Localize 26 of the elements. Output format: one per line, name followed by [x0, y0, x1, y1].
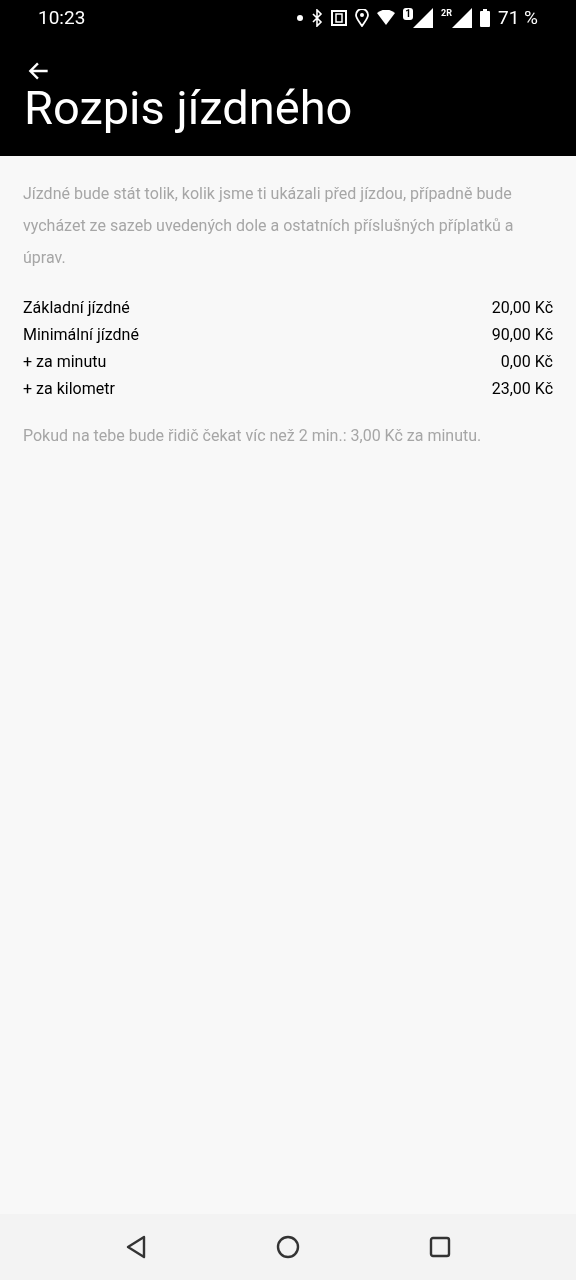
fare-label: Základní jízdné	[23, 297, 130, 319]
battery-icon	[480, 9, 490, 27]
bluetooth-icon	[311, 9, 324, 27]
sim-label: 2R	[441, 8, 452, 18]
location-icon	[355, 9, 370, 27]
status-time: 10:23	[38, 4, 86, 31]
fare-label: + za minutu	[23, 351, 107, 373]
wifi-icon	[377, 10, 396, 26]
recents-button[interactable]	[429, 1236, 452, 1258]
fare-value: 20,00 Kč	[491, 297, 553, 319]
fare-label: + za kilometr	[23, 378, 115, 400]
home-button[interactable]	[276, 1235, 300, 1259]
back-nav-button[interactable]	[124, 1235, 147, 1259]
sim-badge: 1	[403, 8, 414, 20]
battery-percent: 71 %	[498, 4, 538, 31]
signal-icon	[452, 8, 472, 28]
nfc-icon	[331, 10, 348, 26]
page-title: Rozpis jízdného	[24, 82, 354, 134]
waiting-note: Pokud na tebe bude řidič čekat víc než 2 min.: 3,00 Kč za minutu.	[23, 425, 483, 447]
fare-value: 0,00 Kč	[500, 351, 553, 373]
dot-icon	[297, 15, 304, 21]
intro-text: Jízdné bude stát tolik, kolik jsme ti ukázali před jízdou, případně bude vycházet ze sazeb uvedených dole a ostatních příslušných příplatků a úprav.	[23, 183, 515, 269]
signal-icon	[413, 8, 434, 28]
fare-label: Minimální jízdné	[23, 324, 139, 346]
fare-value: 90,00 Kč	[491, 324, 553, 346]
fare-value: 23,00 Kč	[491, 378, 553, 400]
